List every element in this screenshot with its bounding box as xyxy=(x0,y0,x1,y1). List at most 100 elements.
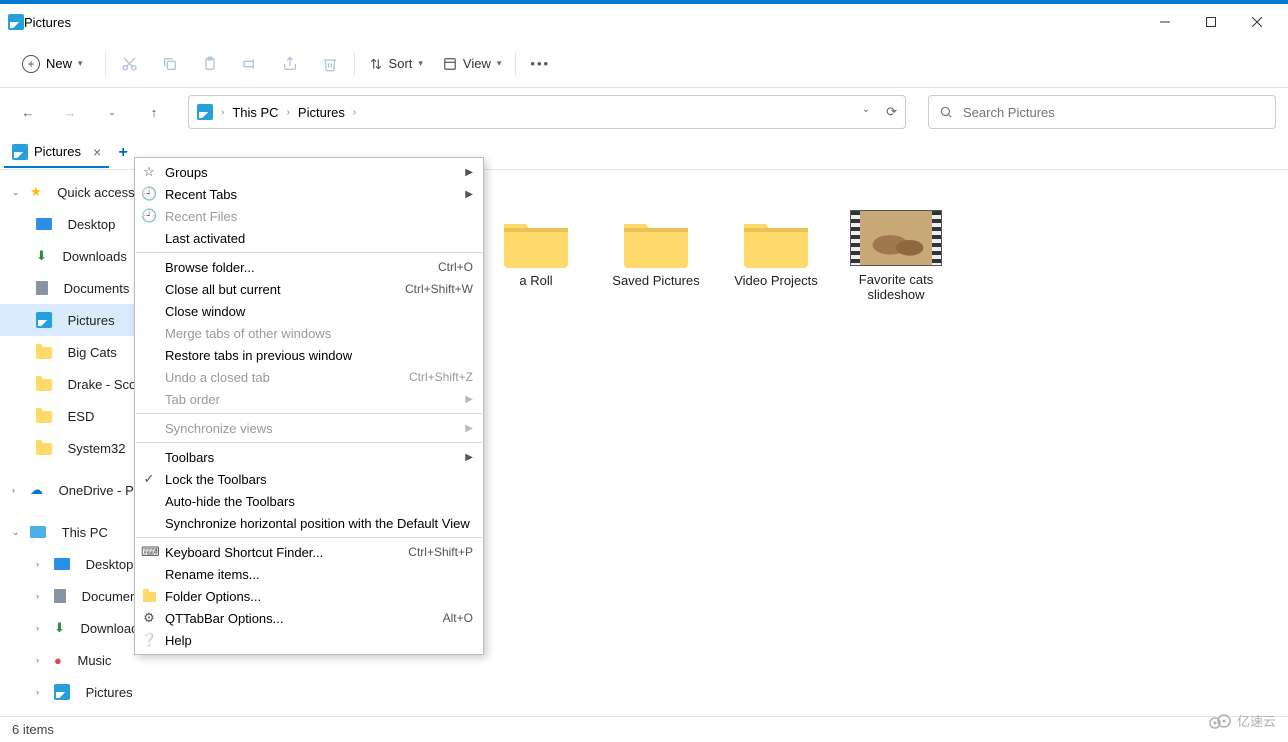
submenu-arrow-icon: ▶ xyxy=(465,167,473,178)
folder-label: Saved Pictures xyxy=(606,273,706,288)
close-button[interactable] xyxy=(1234,6,1280,38)
more-button[interactable]: ••• xyxy=(520,50,560,77)
menu-separator xyxy=(136,537,482,538)
submenu-arrow-icon: ▶ xyxy=(465,189,473,200)
address-bar[interactable]: › This PC › Pictures › ⌄ ⟳ xyxy=(188,95,906,129)
breadcrumb-current[interactable]: Pictures xyxy=(298,105,345,120)
gear-icon: ⚙ xyxy=(141,610,157,626)
toolbar-separator xyxy=(354,52,355,76)
status-bar: 6 items xyxy=(0,716,1288,742)
menu-undo-closed: Undo a closed tabCtrl+Shift+Z xyxy=(135,366,483,388)
paste-icon[interactable] xyxy=(190,48,230,80)
toolbar-separator xyxy=(515,52,516,76)
submenu-arrow-icon: ▶ xyxy=(465,394,473,405)
expand-icon[interactable]: › xyxy=(36,687,48,697)
menu-keyboard-shortcut[interactable]: ⌨Keyboard Shortcut Finder...Ctrl+Shift+P xyxy=(135,541,483,563)
copy-icon[interactable] xyxy=(150,48,190,80)
watermark: 亿速云 xyxy=(1209,711,1276,730)
sort-button[interactable]: Sort ▾ xyxy=(359,50,433,77)
recent-dropdown[interactable]: ⌄ xyxy=(96,96,128,128)
sort-label: Sort xyxy=(389,56,413,71)
chevron-right-icon: › xyxy=(353,107,356,118)
view-icon xyxy=(443,57,457,71)
pictures-icon xyxy=(197,104,213,120)
expand-icon[interactable]: › xyxy=(12,485,24,495)
menu-recent-tabs[interactable]: 🕘Recent Tabs▶ xyxy=(135,183,483,205)
menu-lock-toolbars[interactable]: ✓Lock the Toolbars xyxy=(135,468,483,490)
expand-icon[interactable]: › xyxy=(36,623,48,633)
menu-recent-files: 🕘Recent Files xyxy=(135,205,483,227)
new-label: New xyxy=(46,56,72,71)
menu-tab-order: Tab order▶ xyxy=(135,388,483,410)
submenu-arrow-icon: ▶ xyxy=(465,423,473,434)
menu-sync-views: Synchronize views▶ xyxy=(135,417,483,439)
menu-close-all-but[interactable]: Close all but currentCtrl+Shift+W xyxy=(135,278,483,300)
keyboard-icon: ⌨ xyxy=(141,544,157,560)
pictures-icon xyxy=(54,684,70,700)
search-input[interactable] xyxy=(963,105,1265,120)
menu-browse-folder[interactable]: Browse folder...Ctrl+O xyxy=(135,256,483,278)
refresh-button[interactable]: ⟳ xyxy=(886,104,897,120)
share-icon[interactable] xyxy=(270,48,310,80)
menu-help[interactable]: ❔Help xyxy=(135,629,483,651)
back-button[interactable]: ← xyxy=(12,96,44,128)
toolbar: + New ▾ Sort ▾ View ▾ ••• xyxy=(0,40,1288,88)
menu-folder-options[interactable]: Folder Options... xyxy=(135,585,483,607)
expand-icon[interactable]: › xyxy=(36,655,48,665)
folder-item[interactable]: Video Projects xyxy=(726,210,826,288)
minimize-button[interactable] xyxy=(1142,6,1188,38)
menu-restore-tabs[interactable]: Restore tabs in previous window xyxy=(135,344,483,366)
clock-icon: 🕘 xyxy=(141,186,157,202)
chevron-right-icon: › xyxy=(287,107,290,118)
chevron-down-icon: ▾ xyxy=(497,58,502,69)
search-icon xyxy=(939,105,953,119)
cut-icon[interactable] xyxy=(110,48,150,80)
search-box[interactable] xyxy=(928,95,1276,129)
menu-qttab-options[interactable]: ⚙QTTabBar Options...Alt+O xyxy=(135,607,483,629)
new-tab-button[interactable]: + xyxy=(109,144,137,162)
check-icon: ✓ xyxy=(141,471,157,487)
menu-separator xyxy=(136,252,482,253)
menu-last-activated[interactable]: Last activated xyxy=(135,227,483,249)
folder-item[interactable]: a Roll xyxy=(486,210,586,288)
expand-icon[interactable]: › xyxy=(36,559,48,569)
menu-close-window[interactable]: Close window xyxy=(135,300,483,322)
forward-button[interactable]: → xyxy=(54,96,86,128)
menu-autohide[interactable]: Auto-hide the Toolbars xyxy=(135,490,483,512)
menu-separator xyxy=(136,413,482,414)
sidebar-pc-pictures[interactable]: › Pictures xyxy=(0,676,186,708)
chevron-down-icon: ▾ xyxy=(418,58,423,69)
expand-icon[interactable]: ⌄ xyxy=(12,187,24,198)
close-tab-icon[interactable]: × xyxy=(93,144,101,160)
chevron-right-icon: › xyxy=(221,107,224,118)
folder-label: Video Projects xyxy=(726,273,826,288)
menu-merge-tabs: Merge tabs of other windows xyxy=(135,322,483,344)
menu-rename[interactable]: Rename items... xyxy=(135,563,483,585)
menu-toolbars[interactable]: Toolbars▶ xyxy=(135,446,483,468)
delete-icon[interactable] xyxy=(310,48,350,80)
video-item[interactable]: Favorite cats slideshow xyxy=(846,210,946,302)
address-dropdown[interactable]: ⌄ xyxy=(862,104,870,120)
submenu-arrow-icon: ▶ xyxy=(465,452,473,463)
expand-icon[interactable]: › xyxy=(36,591,48,601)
breadcrumb-root[interactable]: This PC xyxy=(232,105,278,120)
menu-separator xyxy=(136,442,482,443)
folder-item[interactable]: Saved Pictures xyxy=(606,210,706,288)
maximize-button[interactable] xyxy=(1188,6,1234,38)
video-thumbnail xyxy=(850,210,942,266)
star-icon: ☆ xyxy=(141,164,157,180)
tab-pictures[interactable]: Pictures × xyxy=(4,138,109,168)
clock-icon: 🕘 xyxy=(141,208,157,224)
title-bar: Pictures xyxy=(0,4,1288,40)
new-button[interactable]: + New ▾ xyxy=(12,49,93,79)
folder-icon xyxy=(36,443,52,455)
sort-icon xyxy=(369,57,383,71)
pictures-icon xyxy=(36,312,52,328)
expand-icon[interactable]: ⌄ xyxy=(12,527,24,538)
video-label: Favorite cats slideshow xyxy=(846,272,946,302)
up-button[interactable]: ↑ xyxy=(138,96,170,128)
menu-sync-horiz[interactable]: Synchronize horizontal position with the… xyxy=(135,512,483,534)
menu-groups[interactable]: ☆Groups▶ xyxy=(135,161,483,183)
rename-icon[interactable] xyxy=(230,48,270,80)
view-button[interactable]: View ▾ xyxy=(433,50,511,77)
